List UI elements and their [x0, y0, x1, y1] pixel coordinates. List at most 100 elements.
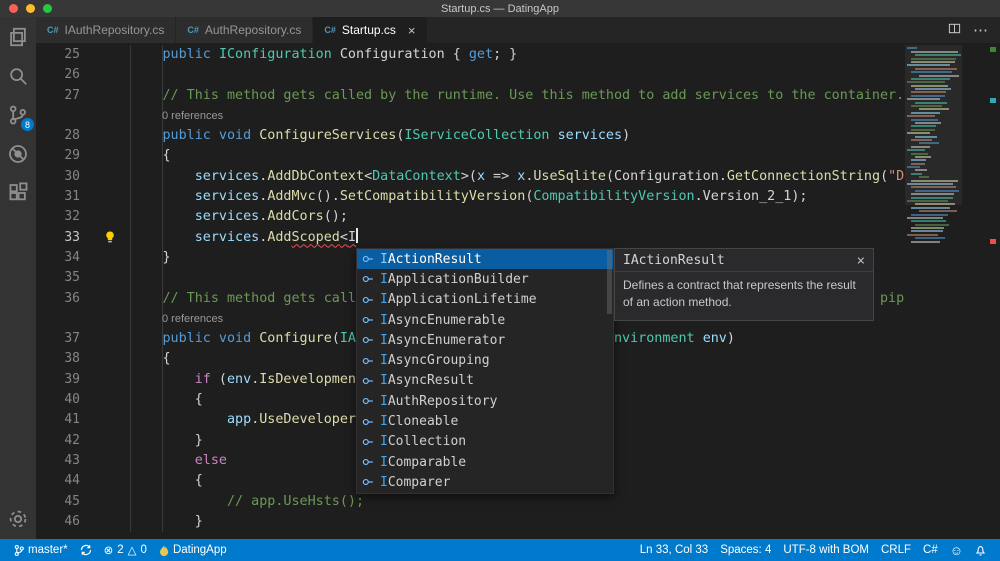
debug-icon[interactable] — [6, 142, 30, 166]
error-count: 2 — [117, 544, 124, 556]
lightbulb-icon[interactable] — [104, 231, 116, 249]
suggest-item-iactionresult[interactable]: IActionResult — [357, 249, 613, 270]
close-icon[interactable]: × — [857, 254, 865, 268]
tab-iauthrepository-cs[interactable]: C# IAuthRepository.cs — [36, 17, 177, 43]
titlebar: Startup.cs — DatingApp — [0, 0, 1000, 17]
line-number: 43 — [64, 452, 80, 468]
symbol-interface-icon — [362, 256, 373, 263]
suggest-item-icloneable[interactable]: ICloneable — [357, 411, 613, 431]
warning-icon: △ — [127, 545, 137, 557]
zoom-window-button[interactable] — [43, 4, 52, 13]
code-line: 27 // This method gets called by the run… — [36, 86, 1000, 106]
indentation-item[interactable]: Spaces: 4 — [714, 539, 777, 561]
branch-icon — [14, 544, 24, 556]
minimize-window-button[interactable] — [26, 4, 35, 13]
symbol-interface-icon — [362, 276, 373, 283]
line-number: 35 — [64, 270, 80, 286]
line-number: 36 — [64, 290, 80, 306]
suggest-item-iasyncresult[interactable]: IAsyncResult — [357, 371, 613, 391]
line-number: 37 — [64, 331, 80, 347]
close-window-button[interactable] — [9, 4, 18, 13]
minimap[interactable] — [905, 43, 962, 539]
notifications-bell-item[interactable] — [969, 539, 992, 561]
language-mode-item[interactable]: C# — [917, 539, 944, 561]
source-control-icon[interactable]: 8 — [6, 103, 34, 131]
symbol-interface-icon — [362, 459, 373, 466]
suggest-item-icomparer[interactable]: IComparer — [357, 472, 613, 492]
sync-icon — [80, 544, 91, 556]
problems-item[interactable]: ⊗ 2 △ 0 — [98, 539, 153, 561]
suggest-item-iapplicationbuilder[interactable]: IApplicationBuilder — [357, 269, 613, 289]
split-editor-icon[interactable] — [948, 22, 961, 39]
codelens-row[interactable]: 0 references — [36, 106, 1000, 126]
sync-item[interactable] — [74, 539, 98, 561]
suggest-item-icollection[interactable]: ICollection — [357, 432, 613, 452]
tab-label: AuthRepository.cs — [204, 23, 302, 37]
suggest-item-iauthrepository[interactable]: IAuthRepository — [357, 391, 613, 411]
code-line: 28 public void ConfigureServices(IServic… — [36, 126, 1000, 146]
symbol-interface-icon — [362, 296, 373, 303]
line-number: 42 — [64, 432, 80, 448]
text-cursor — [356, 227, 358, 243]
symbol-interface-icon — [362, 398, 373, 405]
symbol-interface-icon — [362, 418, 373, 425]
code-line: 31 services.AddMvc().SetCompatibilityVer… — [36, 187, 1000, 207]
flame-icon — [159, 543, 169, 556]
code-line: 30 services.AddDbContext<DataContext>(x … — [36, 167, 1000, 187]
source-control-badge: 8 — [21, 118, 34, 131]
line-number: 31 — [64, 189, 80, 205]
tab-label: IAuthRepository.cs — [64, 23, 165, 37]
symbol-interface-icon — [362, 337, 373, 344]
tab-label: Startup.cs — [341, 23, 396, 37]
window-title: Startup.cs — DatingApp — [440, 2, 559, 15]
explorer-icon[interactable] — [6, 25, 30, 49]
warning-count: 0 — [140, 544, 147, 556]
line-number: 41 — [64, 412, 80, 428]
git-branch-item[interactable]: master* — [8, 539, 74, 561]
symbol-interface-icon — [362, 377, 373, 384]
suggest-item-icomparable[interactable]: IComparable — [357, 452, 613, 472]
suggest-scrollbar[interactable] — [607, 250, 612, 314]
code-line: 33 services.AddScoped<I — [36, 227, 1000, 249]
line-number: 26 — [64, 67, 80, 83]
cursor-position-item[interactable]: Ln 33, Col 33 — [634, 539, 714, 561]
overview-ruler — [962, 43, 1000, 539]
line-number: 34 — [64, 249, 80, 265]
tab-bar: C# IAuthRepository.cs C# AuthRepository.cs C… — [36, 17, 1000, 43]
suggest-item-iapplicationlifetime[interactable]: IApplicationLifetime — [357, 290, 613, 310]
suggest-item-iasyncenumerable[interactable]: IAsyncEnumerable — [357, 310, 613, 330]
search-icon[interactable] — [6, 64, 30, 88]
docs-title: IActionResult — [623, 253, 725, 268]
eol-item[interactable]: CRLF — [875, 539, 917, 561]
symbol-interface-icon — [362, 479, 373, 486]
line-number: 38 — [64, 351, 80, 367]
docs-body: Defines a contract that represents the r… — [623, 278, 856, 310]
codelens-references: 0 references — [162, 109, 224, 122]
extensions-icon[interactable] — [6, 181, 30, 205]
status-bar: master* ⊗ 2 △ 0 DatingApp Ln 33, Col 33 … — [0, 539, 1000, 561]
line-number: 30 — [64, 168, 80, 184]
close-tab-icon[interactable]: × — [408, 24, 416, 37]
symbol-interface-icon — [362, 357, 373, 364]
encoding-item[interactable]: UTF-8 with BOM — [777, 539, 875, 561]
feedback-smiley-item[interactable]: ☺ — [944, 539, 969, 561]
line-number: 44 — [64, 473, 80, 489]
tab-startup-cs[interactable]: C# Startup.cs × — [313, 17, 428, 43]
suggest-docs-panel: IActionResult × Defines a contract that … — [614, 248, 874, 321]
line-number — [36, 309, 80, 329]
codelens-references: 0 references — [162, 312, 224, 325]
symbol-interface-icon — [362, 438, 373, 445]
code-editor[interactable]: 25 public IConfiguration Configuration {… — [36, 43, 1000, 539]
ruler-mark-modified — [990, 47, 996, 52]
tab-authrepository-cs[interactable]: C# AuthRepository.cs — [176, 17, 314, 43]
code-line: 25 public IConfiguration Configuration {… — [36, 45, 1000, 65]
suggest-item-iasyncenumerator[interactable]: IAsyncEnumerator — [357, 330, 613, 350]
more-actions-icon[interactable]: ⋯ — [973, 21, 988, 39]
settings-gear-icon[interactable] — [6, 507, 30, 531]
omnisharp-project-item[interactable]: DatingApp — [153, 539, 233, 561]
line-number: 40 — [64, 392, 80, 408]
code-line: 45 // app.UseHsts(); — [36, 492, 1000, 512]
line-number — [36, 106, 80, 126]
csharp-file-icon: C# — [47, 25, 59, 35]
suggest-item-iasyncgrouping[interactable]: IAsyncGrouping — [357, 350, 613, 370]
